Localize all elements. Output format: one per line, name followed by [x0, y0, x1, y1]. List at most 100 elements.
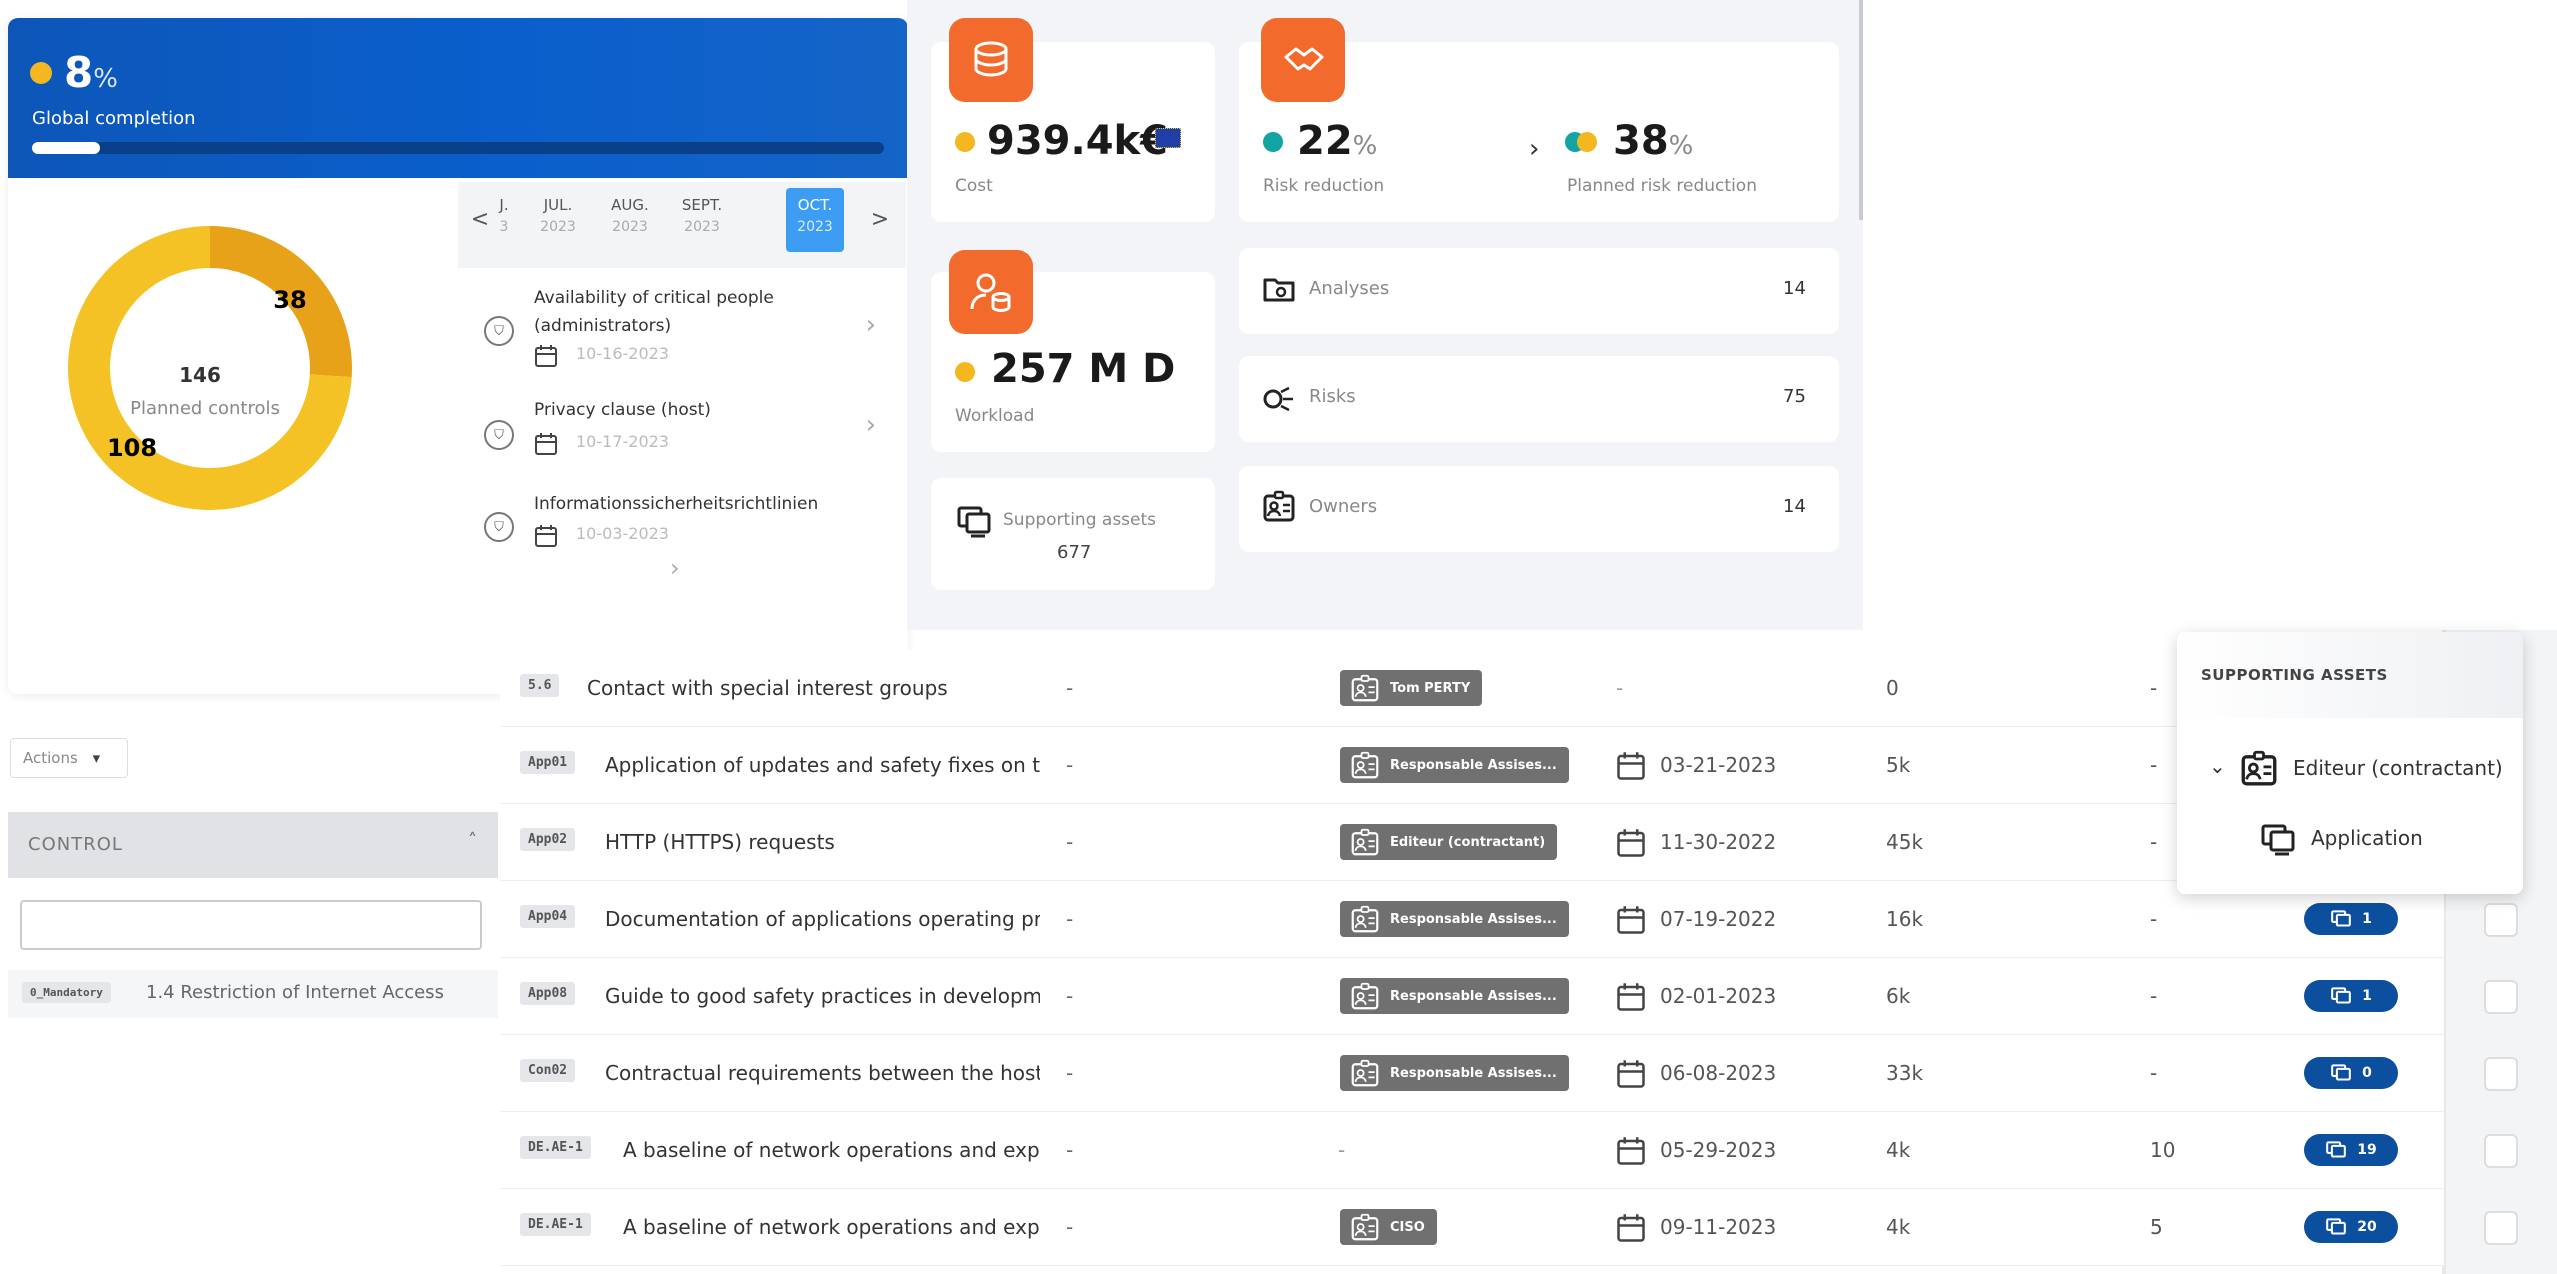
owner-name: Responsable Assises... [1390, 757, 1557, 773]
planned-risk-reduction-label: Planned risk reduction [1567, 176, 1757, 196]
table-row[interactable]: App02 HTTP (HTTPS) requests - Editeur (cont… [500, 804, 2518, 881]
row-checkbox[interactable] [2484, 1134, 2518, 1168]
owner-badge[interactable]: Responsable Assises... [1340, 901, 1569, 937]
owner-badge[interactable]: Responsable Assises... [1340, 978, 1569, 1014]
mandatory-control-item[interactable]: 0_Mandatory 1.4 Restriction of Internet … [8, 970, 498, 1018]
shield-icon: ⛉ [484, 420, 514, 450]
table-row[interactable]: 5.6 Contact with special interest groups -… [500, 650, 2518, 727]
id-badge-icon [1263, 490, 1295, 522]
completion-progress-fill [32, 142, 100, 154]
planned-risk-dot-overlay [1577, 132, 1597, 152]
control-code: App04 [520, 905, 576, 928]
monitor-icon [2326, 1218, 2347, 1235]
supporting-assets-popup: SUPPORTING ASSETS ⌄ Editeur (contractant… [2177, 632, 2523, 894]
owners-count: 14 [1783, 496, 1806, 517]
popup-title: SUPPORTING ASSETS [2177, 632, 2523, 718]
chevron-up-icon[interactable]: ˄ [468, 830, 478, 851]
table-row[interactable]: DE.AE-1 A baseline of network operations … [500, 1112, 2518, 1189]
owner-badge[interactable]: CISO [1340, 1209, 1437, 1245]
calendar-icon [535, 525, 557, 547]
owner-name: CISO [1390, 1219, 1425, 1235]
supporting-assets-pill[interactable]: 1 [2304, 903, 2398, 935]
month-sept[interactable]: SEPT. 2023 [672, 194, 732, 238]
dashboard-scrollbar[interactable] [1859, 0, 1863, 220]
due-date: 11-30-2022 [1660, 830, 1777, 854]
upcoming-control-date: 10-03-2023 [576, 524, 669, 543]
chevron-down-icon[interactable]: › [670, 554, 680, 582]
count-cell: - [2150, 830, 2158, 854]
row-checkbox[interactable] [2484, 1211, 2518, 1245]
planned-risk-reduction-value: 38% [1613, 118, 1694, 164]
risks-label: Risks [1309, 386, 1356, 407]
workload-cell: 4k [1886, 1215, 1911, 1239]
supporting-assets-pill[interactable]: 19 [2304, 1134, 2398, 1166]
control-title[interactable]: Guide to good safety practices in develo… [605, 984, 1040, 1008]
supporting-assets-value: 677 [1057, 542, 1092, 563]
mandatory-tag: 0_Mandatory [22, 982, 111, 1003]
control-search-input[interactable] [20, 900, 482, 950]
row-checkbox[interactable] [2484, 1057, 2518, 1091]
monitor-icon [2326, 1141, 2347, 1158]
chevron-down-icon[interactable]: ⌄ [2209, 754, 2226, 778]
owner-name: Responsable Assises... [1390, 911, 1557, 927]
month-jul[interactable]: JUL. 2023 [528, 194, 588, 238]
status-dot [955, 132, 975, 152]
calendar-icon [1617, 906, 1645, 934]
row-checkbox[interactable] [2484, 980, 2518, 1014]
control-title[interactable]: Application of updates and safety fixes … [605, 753, 1040, 777]
control-title[interactable]: HTTP (HTTPS) requests [605, 830, 1040, 854]
popup-child-asset[interactable]: Application [2311, 826, 2423, 850]
owner-empty: - [1338, 1138, 1346, 1162]
control-filter-header[interactable]: CONTROL ˄ [8, 812, 498, 878]
control-status: - [1066, 984, 1074, 1008]
control-title[interactable]: A baseline of network operations and exp… [623, 1215, 1040, 1239]
monitor-icon [2331, 1064, 2351, 1081]
chevron-right-icon[interactable]: › [866, 410, 876, 440]
control-title[interactable]: Documentation of applications operating … [605, 907, 1040, 931]
supporting-assets-pill[interactable]: 0 [2304, 1057, 2398, 1089]
month-jun[interactable]: J. 3 [486, 194, 522, 238]
table-row[interactable]: Con02 Contractual requirements between th… [500, 1035, 2518, 1112]
donut-total: 146 [179, 363, 221, 387]
analyses-count: 14 [1783, 278, 1806, 299]
popup-parent-asset[interactable]: Editeur (contractant) [2293, 756, 2503, 780]
table-row[interactable]: DE.AE-1 A baseline of network operations … [500, 1189, 2518, 1266]
caret-down-icon: ▾ [92, 749, 101, 767]
table-row[interactable]: App01 Application of updates and safety f… [500, 727, 2518, 804]
supporting-assets-pill[interactable]: 1 [2304, 980, 2398, 1012]
chevron-right-icon[interactable]: › [866, 310, 876, 340]
next-month-button[interactable]: > [868, 204, 892, 234]
upcoming-control[interactable]: ⛉ Privacy clause (host) 10-17-2023 › [458, 380, 906, 490]
workload-label: Workload [955, 406, 1035, 426]
upcoming-control-date: 10-17-2023 [576, 432, 669, 451]
global-completion-value: 8% [64, 48, 118, 97]
calendar-icon [1617, 1137, 1645, 1165]
control-title[interactable]: A baseline of network operations and exp… [623, 1138, 1040, 1162]
row-checkbox[interactable] [2484, 903, 2518, 937]
upcoming-control-title: Availability of critical people (adminis… [534, 288, 774, 336]
control-title[interactable]: Contractual requirements between the hos… [605, 1061, 1040, 1085]
upcoming-control[interactable]: ⛉ Availability of critical people (admin… [458, 270, 906, 380]
table-row[interactable]: App08 Guide to good safety practices in d… [500, 958, 2518, 1035]
control-status: - [1066, 1138, 1074, 1162]
calendar-icon [1617, 829, 1645, 857]
workload-cell: 45k [1886, 830, 1924, 854]
owner-badge[interactable]: Responsable Assises... [1340, 747, 1569, 783]
month-oct[interactable]: OCT. 2023 [786, 188, 844, 252]
owner-name: Editeur (contractant) [1390, 834, 1546, 850]
control-title[interactable]: Contact with special interest groups [587, 676, 1040, 700]
actions-dropdown[interactable]: Actions ▾ [10, 738, 128, 778]
supporting-assets-pill[interactable]: 20 [2304, 1211, 2398, 1243]
planned-controls-donut: 38 108 146 Planned controls [67, 226, 352, 510]
euro-flag-icon [1155, 128, 1181, 148]
owner-badge[interactable]: Tom PERTY [1340, 670, 1483, 706]
owner-badge[interactable]: Editeur (contractant) [1340, 824, 1558, 860]
month-aug[interactable]: AUG. 2023 [600, 194, 660, 238]
monitor-icon [2261, 824, 2295, 856]
owner-badge[interactable]: Responsable Assises... [1340, 1055, 1569, 1091]
upcoming-control[interactable]: ⛉ Informationssicherheitsrichtlinien 10-… [458, 490, 906, 600]
table-row[interactable]: App04 Documentation of applications opera… [500, 881, 2518, 958]
risk-link-icon [1263, 386, 1293, 412]
monitor-icon [2331, 910, 2351, 927]
control-status: - [1066, 907, 1074, 931]
